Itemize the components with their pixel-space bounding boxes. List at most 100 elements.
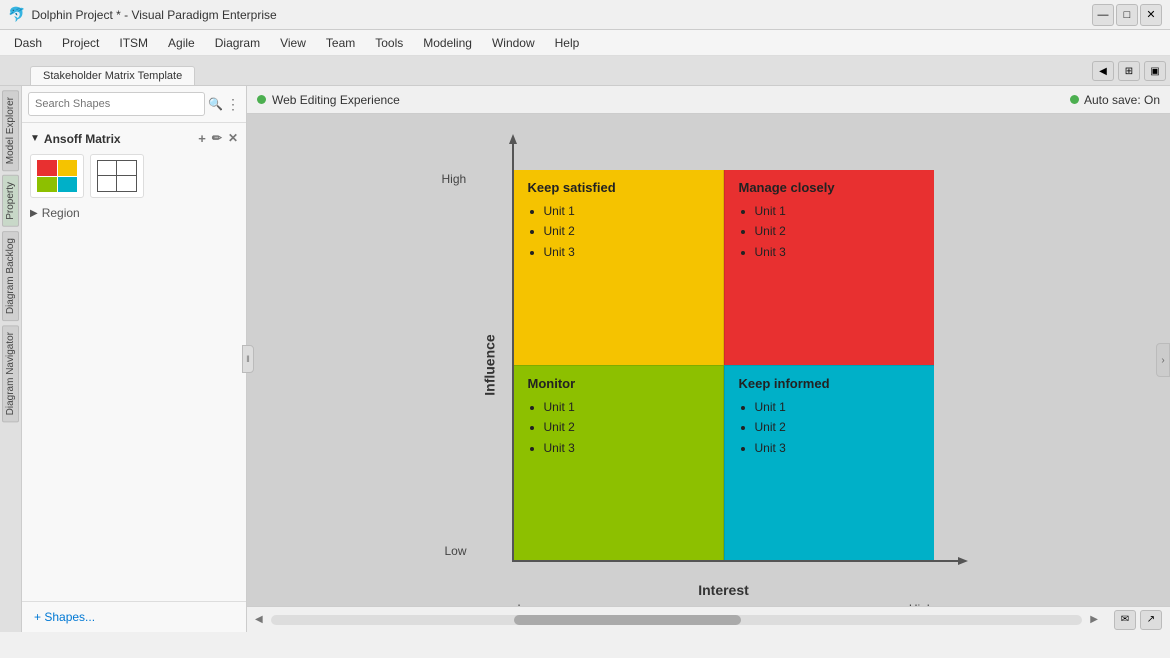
cell-keep-satisfied[interactable]: Keep satisfied Unit 1 Unit 2 Unit 3 [514,170,724,365]
toolbar-icons: ◀ ⊞ ▣ [1092,61,1166,81]
ks-item-3: Unit 3 [544,242,709,262]
cell-monitor-title: Monitor [528,376,709,391]
cell-manage-closely[interactable]: Manage closely Unit 1 Unit 2 Unit 3 [724,170,934,365]
cell-keep-informed[interactable]: Keep informed Unit 1 Unit 2 Unit 3 [724,365,934,560]
menu-diagram[interactable]: Diagram [205,32,270,54]
x-axis-arrow [958,557,968,565]
app-icon: 🐬 [8,6,25,23]
ansoff-matrix-section: ▼ Ansoff Matrix + ✏ ✕ [22,127,246,202]
search-icon: 🔍 [208,97,223,111]
menubar: Dash Project ITSM Agile Diagram View Tea… [0,30,1170,56]
left-vertical-tabs: Model Explorer Property Diagram Backlog … [0,86,22,632]
cell-keep-satisfied-list: Unit 1 Unit 2 Unit 3 [528,201,709,262]
ansoff-matrix-header[interactable]: ▼ Ansoff Matrix + ✏ ✕ [22,127,246,150]
shape-thumb-outline[interactable] [90,154,144,198]
maximize-button[interactable]: □ [1116,4,1138,26]
cell-keep-satisfied-title: Keep satisfied [528,180,709,195]
auto-save-dot [1070,95,1079,104]
scroll-right-btn[interactable]: ▶ [1090,614,1098,625]
y-high-label: High [442,172,467,186]
diagram-tab[interactable]: Stakeholder Matrix Template [30,66,195,85]
more-options-icon[interactable]: ⋮ [226,96,240,113]
collapse-handle[interactable]: ‖ [242,345,254,373]
menu-dash[interactable]: Dash [4,32,52,54]
scrollbar-thumb[interactable] [514,615,741,625]
x-axis-label: Interest [698,582,749,598]
minimize-button[interactable]: — [1092,4,1114,26]
ki-item-1: Unit 1 [755,397,920,417]
ki-item-3: Unit 3 [755,438,920,458]
remove-shape-icon[interactable]: ✕ [228,131,238,146]
matrix-diagram: Influence Interest High Low Low High [514,170,934,560]
editor-area: Web Editing Experience Auto save: On Inf… [247,86,1170,632]
titlebar: 🐬 Dolphin Project * - Visual Paradigm En… [0,0,1170,30]
scrollbar-track[interactable] [271,615,1083,625]
cell-manage-closely-title: Manage closely [739,180,920,195]
right-collapse-button[interactable]: › [1156,343,1170,377]
region-expand-arrow: ▶ [30,208,38,219]
grid-icon-button[interactable]: ⊞ [1118,61,1140,81]
bottom-action-icons: ✉ ↗ [1114,610,1162,630]
email-button[interactable]: ✉ [1114,610,1136,630]
mo-item-3: Unit 3 [544,438,709,458]
editor-toolbar: Web Editing Experience Auto save: On [247,86,1170,114]
cell-monitor-list: Unit 1 Unit 2 Unit 3 [528,397,709,458]
property-tab[interactable]: Property [2,175,19,227]
menu-tools[interactable]: Tools [365,32,413,54]
tabbar: Stakeholder Matrix Template ◀ ⊞ ▣ [0,56,1170,86]
window-controls: — □ ✕ [1092,4,1162,26]
shape-thumb-colored[interactable] [30,154,84,198]
canvas-area[interactable]: Influence Interest High Low Low High [247,114,1170,606]
left-panel: 🔍 ⋮ ▼ Ansoff Matrix + ✏ ✕ [22,86,247,632]
edit-shape-icon[interactable]: ✏ [212,131,222,146]
menu-itsm[interactable]: ITSM [109,32,158,54]
menu-view[interactable]: View [270,32,316,54]
mc-item-3: Unit 3 [755,242,920,262]
bottom-scrollbar-area: ◀ ▶ ✉ ↗ [247,606,1170,632]
y-axis-label: Influence [481,334,497,395]
search-input[interactable] [28,92,205,116]
region-label: Region [42,206,80,220]
ks-item-1: Unit 1 [544,201,709,221]
menu-agile[interactable]: Agile [158,32,205,54]
share-button[interactable]: ↗ [1140,610,1162,630]
status-dot [257,95,266,104]
panel-icon-button[interactable]: ▣ [1144,61,1166,81]
scroll-left-btn[interactable]: ◀ [255,614,263,625]
x-axis-line [512,560,962,562]
menu-modeling[interactable]: Modeling [413,32,482,54]
y-axis-arrow [509,134,517,144]
ansoff-label: Ansoff Matrix [44,132,121,146]
add-shape-icon[interactable]: + [198,131,206,146]
cell-manage-closely-list: Unit 1 Unit 2 Unit 3 [739,201,920,262]
cell-keep-informed-list: Unit 1 Unit 2 Unit 3 [739,397,920,458]
ks-item-2: Unit 2 [544,221,709,241]
add-shapes-button[interactable]: + Shapes... [22,601,246,632]
y-low-label: Low [445,544,467,558]
cell-keep-informed-title: Keep informed [739,376,920,391]
model-explorer-tab[interactable]: Model Explorer [2,90,19,171]
menu-help[interactable]: Help [545,32,590,54]
x-high-label: High [909,602,934,606]
search-bar: 🔍 ⋮ [22,86,246,123]
diagram-backlog-tab[interactable]: Diagram Backlog [2,231,19,321]
cell-monitor[interactable]: Monitor Unit 1 Unit 2 Unit 3 [514,365,724,560]
mc-item-1: Unit 1 [755,201,920,221]
x-low-label: Low [518,602,540,606]
auto-save-label: Auto save: On [1084,93,1160,107]
region-section[interactable]: ▶ Region [22,202,246,224]
mo-item-1: Unit 1 [544,397,709,417]
diagram-navigator-tab[interactable]: Diagram Navigator [2,325,19,422]
close-button[interactable]: ✕ [1140,4,1162,26]
menu-team[interactable]: Team [316,32,365,54]
menu-window[interactable]: Window [482,32,545,54]
shape-panel: ▼ Ansoff Matrix + ✏ ✕ [22,123,246,601]
app-title: Dolphin Project * - Visual Paradigm Ente… [31,8,1092,22]
y-axis-line [512,140,514,562]
back-icon-button[interactable]: ◀ [1092,61,1114,81]
ki-item-2: Unit 2 [755,417,920,437]
menu-project[interactable]: Project [52,32,109,54]
shape-thumbnails [22,150,246,202]
ansoff-expand-arrow: ▼ [30,133,40,144]
matrix-grid: Keep satisfied Unit 1 Unit 2 Unit 3 Mana… [514,170,934,560]
